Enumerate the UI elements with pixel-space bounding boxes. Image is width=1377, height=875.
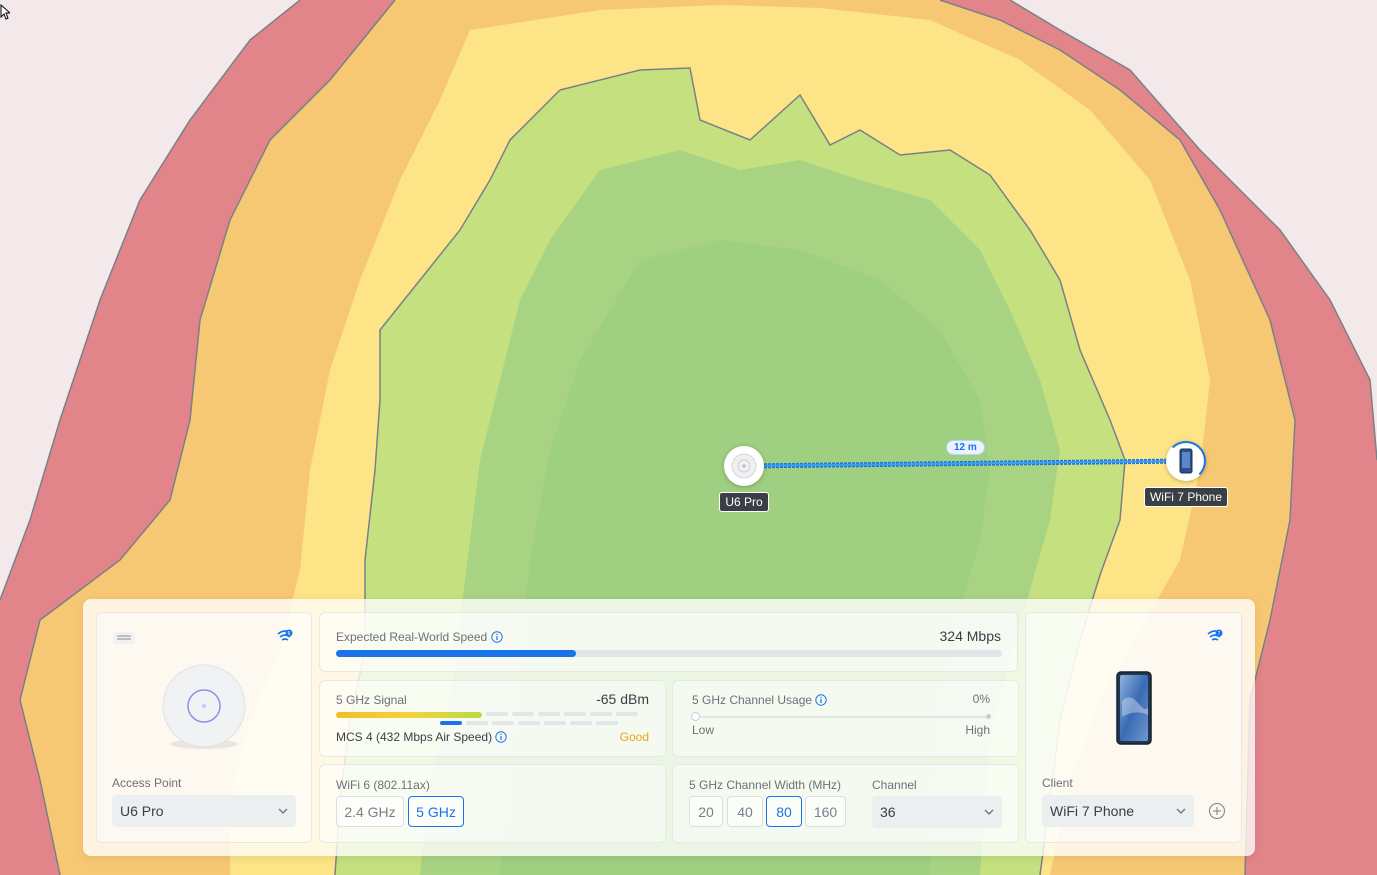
svg-text:7: 7 — [1218, 631, 1221, 637]
access-point-icon — [724, 446, 764, 486]
channel-width-card: 5 GHz Channel Width (MHz) 20 40 80 160 C… — [672, 764, 1019, 843]
band-2-4ghz-button[interactable]: 2.4 GHz — [336, 796, 404, 827]
signal-quality: Good — [619, 730, 649, 744]
wifi-7-icon: 7 — [1207, 629, 1223, 641]
signal-card: 5 GHz Signal -65 dBm MCS 4 (432 Mbps Air… — [319, 680, 666, 757]
channel-usage-handle — [691, 712, 700, 721]
width-40-button[interactable]: 40 — [727, 796, 763, 827]
svg-text:6: 6 — [288, 631, 291, 637]
ubiquiti-logo-icon — [113, 632, 135, 644]
expected-speed-value: 324 Mbps — [939, 628, 1001, 644]
client-marker[interactable]: WiFi 7 Phone — [1143, 441, 1229, 507]
channel-label: Channel — [872, 778, 917, 792]
channel-usage-card: 5 GHz Channel Usage 0% Low High — [672, 680, 1019, 757]
info-icon[interactable] — [815, 694, 828, 706]
band-5ghz-button[interactable]: 5 GHz — [408, 796, 464, 827]
client-label: WiFi 7 Phone — [1143, 487, 1229, 507]
mouse-cursor-icon — [0, 4, 10, 20]
wifi-6-icon: 6 — [277, 629, 293, 641]
width-160-button[interactable]: 160 — [805, 796, 846, 827]
width-20-button[interactable]: 20 — [689, 796, 723, 827]
speed-bar — [336, 650, 1002, 657]
add-circle-icon[interactable] — [1208, 802, 1226, 820]
access-point-marker[interactable]: U6 Pro — [719, 446, 769, 512]
client-select[interactable]: WiFi 7 Phone — [1042, 795, 1194, 827]
signal-value: -65 dBm — [596, 691, 649, 707]
width-80-button[interactable]: 80 — [766, 796, 802, 827]
chevron-down-icon — [278, 808, 288, 814]
phone-image — [1116, 671, 1152, 745]
chevron-down-icon — [1176, 808, 1186, 814]
wifi-standard-card: WiFi 6 (802.11ax) 2.4 GHz 5 GHz — [319, 764, 666, 843]
distance-badge: 12 m — [946, 440, 985, 455]
channel-usage-high: High — [965, 723, 990, 737]
channel-usage-low: Low — [692, 723, 715, 737]
chevron-down-icon — [984, 809, 994, 815]
signal-gradient-bar — [336, 712, 482, 718]
channel-select[interactable]: 36 — [872, 796, 1002, 828]
access-point-label: U6 Pro — [719, 492, 769, 512]
client-field-label: Client — [1042, 776, 1073, 790]
access-point-card: 6 Access Point U6 Pro — [96, 612, 312, 843]
channel-select-value: 36 — [880, 804, 896, 820]
wifi-standard-label: WiFi 6 (802.11ax) — [336, 778, 430, 792]
coverage-panel: 6 Access Point U6 Pro Expected Real-Worl… — [83, 599, 1255, 856]
signal-segments — [440, 721, 618, 725]
phone-icon — [1166, 441, 1206, 481]
info-icon[interactable] — [495, 731, 508, 743]
client-card: 7 Client WiFi 7 Phone — [1025, 612, 1242, 843]
info-icon[interactable] — [490, 631, 503, 643]
access-point-select[interactable]: U6 Pro — [112, 795, 296, 827]
access-point-select-value: U6 Pro — [120, 803, 164, 819]
channel-usage-slider — [695, 716, 989, 718]
expected-speed-card: Expected Real-World Speed 324 Mbps — [319, 612, 1018, 672]
expected-speed-label: Expected Real-World Speed — [336, 630, 488, 644]
channel-usage-label: 5 GHz Channel Usage — [692, 693, 813, 707]
channel-usage-value: 0% — [972, 692, 990, 706]
access-point-image — [162, 664, 246, 749]
mcs-label: MCS 4 (432 Mbps Air Speed) — [336, 730, 493, 744]
channel-width-label: 5 GHz Channel Width (MHz) — [689, 778, 842, 792]
signal-label: 5 GHz Signal — [336, 693, 407, 707]
speed-bar-fill — [336, 650, 576, 657]
client-select-value: WiFi 7 Phone — [1050, 803, 1135, 819]
access-point-field-label: Access Point — [112, 776, 182, 790]
